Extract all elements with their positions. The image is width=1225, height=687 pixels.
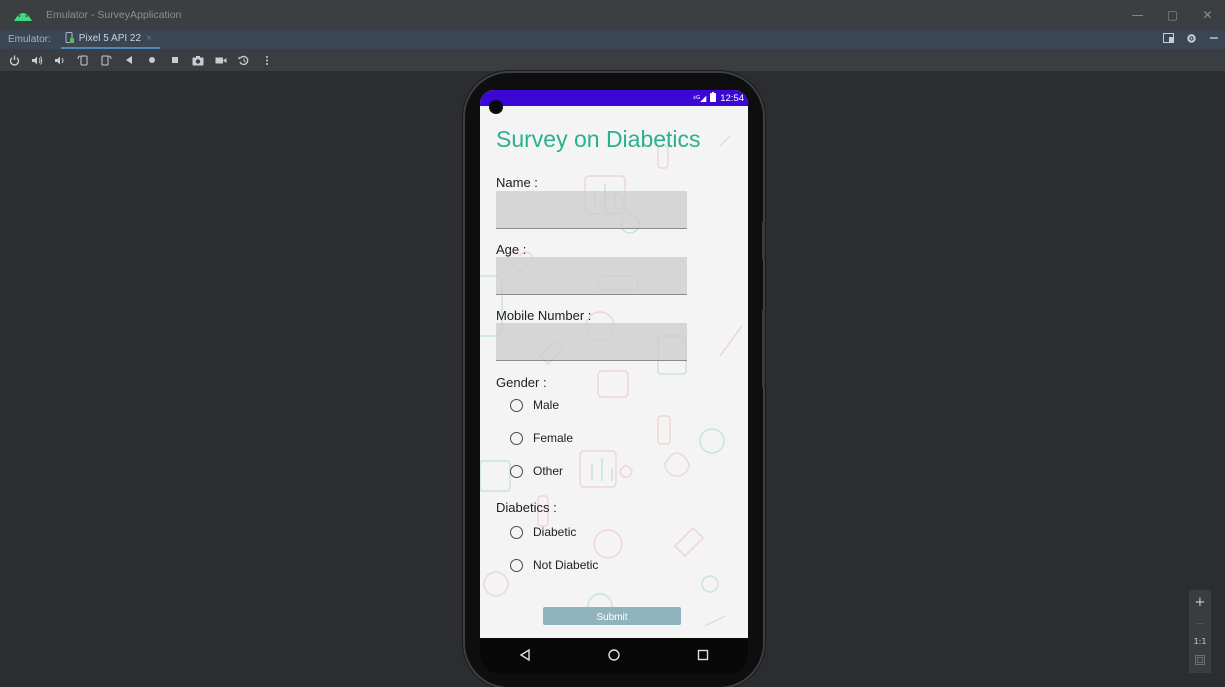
mobile-number-field[interactable] bbox=[496, 323, 687, 361]
submit-button[interactable]: Submit bbox=[543, 607, 681, 625]
page-title: Survey on Diabetics bbox=[496, 126, 701, 152]
fit-screen-icon[interactable] bbox=[1195, 655, 1205, 668]
extended-controls-icon[interactable] bbox=[1163, 33, 1174, 46]
nav-home-icon[interactable] bbox=[607, 647, 621, 666]
zoom-out-button[interactable]: — bbox=[1196, 619, 1204, 628]
restore-button[interactable]: ▢ bbox=[1155, 0, 1190, 30]
front-camera bbox=[489, 100, 503, 114]
back-icon[interactable] bbox=[123, 54, 135, 66]
power-icon[interactable] bbox=[8, 54, 20, 66]
gender-radio-other[interactable]: Other bbox=[510, 464, 563, 478]
volume-up-icon[interactable] bbox=[31, 54, 43, 66]
rotate-right-icon[interactable] bbox=[100, 54, 112, 66]
battery-icon bbox=[710, 91, 717, 105]
gender-label: Gender : bbox=[496, 375, 547, 390]
emulator-tab-row: Emulator: Pixel 5 API 22 × bbox=[0, 30, 1225, 49]
radio-label: Female bbox=[533, 431, 574, 445]
emulator-label: Emulator: bbox=[8, 34, 51, 45]
home-icon[interactable] bbox=[146, 54, 158, 66]
tab-pixel-5-api-22[interactable]: Pixel 5 API 22 × bbox=[60, 30, 160, 49]
radio-label: Diabetic bbox=[533, 525, 577, 539]
volume-down-icon[interactable] bbox=[54, 54, 66, 66]
nav-bar bbox=[480, 638, 748, 674]
android-logo-icon bbox=[12, 9, 34, 21]
radio-circle-icon bbox=[510, 525, 523, 539]
gear-icon[interactable] bbox=[1186, 33, 1197, 47]
zoom-1to1-button[interactable]: 1:1 bbox=[1194, 637, 1207, 646]
radio-circle-icon bbox=[510, 464, 523, 478]
status-bar: ⁴ᴳ◢ 12:54 bbox=[480, 90, 748, 106]
radio-circle-icon bbox=[510, 431, 523, 445]
screenrecord-icon[interactable] bbox=[215, 54, 227, 66]
radio-circle-icon bbox=[510, 558, 523, 572]
tab-close-icon[interactable]: × bbox=[146, 33, 152, 44]
device-icon bbox=[65, 31, 74, 46]
rotate-left-icon[interactable] bbox=[77, 54, 89, 66]
phone-side-button[interactable] bbox=[762, 222, 765, 260]
emulator-toolbar bbox=[0, 49, 1225, 71]
status-time: 12:54 bbox=[720, 92, 744, 104]
radio-circle-icon bbox=[510, 398, 523, 412]
nav-back-icon[interactable] bbox=[518, 647, 532, 666]
gender-radio-male[interactable]: Male bbox=[510, 398, 559, 412]
diabetics-label: Diabetics : bbox=[496, 500, 557, 515]
close-button[interactable]: ✕ bbox=[1190, 0, 1225, 30]
hide-panel-icon[interactable] bbox=[1209, 33, 1219, 46]
screenshot-icon[interactable] bbox=[192, 54, 204, 66]
title-bar: Emulator - SurveyApplication — ▢ ✕ bbox=[0, 0, 1225, 30]
signal-icon: ⁴ᴳ◢ bbox=[692, 93, 707, 103]
radio-label: Male bbox=[533, 398, 560, 412]
name-field[interactable] bbox=[496, 191, 687, 229]
zoom-controls: + — 1:1 bbox=[1189, 590, 1211, 673]
tab-label-pixel: Pixel 5 API 22 bbox=[78, 33, 142, 44]
nav-recents-icon[interactable] bbox=[696, 647, 710, 666]
more-icon[interactable] bbox=[261, 54, 273, 66]
window-title: Emulator - SurveyApplication bbox=[46, 9, 182, 21]
age-label: Age : bbox=[496, 242, 527, 257]
gender-radio-female[interactable]: Female bbox=[510, 431, 573, 445]
zoom-in-button[interactable]: + bbox=[1195, 595, 1206, 610]
diabetics-radio-diabetic[interactable]: Diabetic bbox=[510, 525, 576, 539]
device-screen: ⁴ᴳ◢ 12:54 Survey on Diabetics Name : Age… bbox=[480, 90, 748, 638]
radio-label: Other bbox=[533, 464, 564, 478]
mobile-number-label: Mobile Number : bbox=[496, 308, 592, 323]
snapshot-icon[interactable] bbox=[238, 54, 250, 66]
overview-icon[interactable] bbox=[169, 54, 181, 66]
minimize-button[interactable]: — bbox=[1120, 0, 1155, 30]
radio-label: Not Diabetic bbox=[533, 558, 599, 572]
name-label: Name : bbox=[496, 175, 538, 190]
diabetics-radio-not-diabetic[interactable]: Not Diabetic bbox=[510, 558, 598, 572]
age-field[interactable] bbox=[496, 257, 687, 295]
phone-volume-button[interactable] bbox=[762, 310, 765, 388]
